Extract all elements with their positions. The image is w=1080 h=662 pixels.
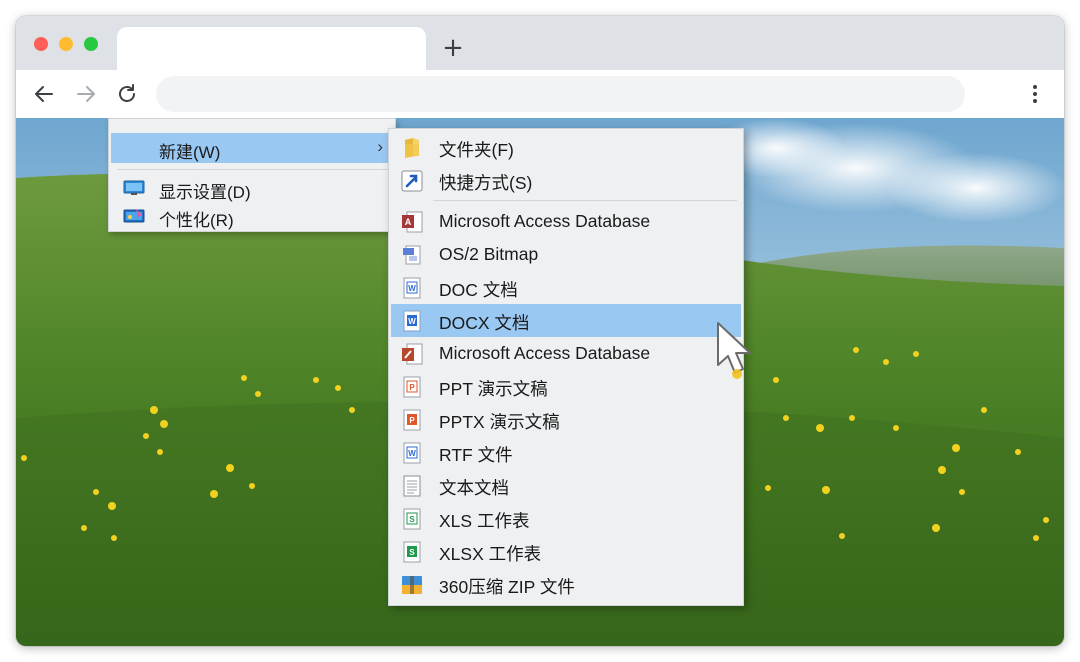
doc-icon: W (401, 276, 423, 300)
submenu-item-label: Microsoft Access Database (439, 343, 651, 363)
close-window-button[interactable] (34, 37, 48, 51)
browser-window: + 新建(W) › 显示设置(D) 个性化(R) 文件夹(F) 快捷方式(S) … (16, 16, 1064, 646)
submenu-arrow-icon: › (377, 137, 383, 156)
submenu-item-label: Microsoft Access Database (439, 211, 651, 231)
access-icon: A (401, 210, 423, 234)
context-item-new[interactable]: 新建(W) › (111, 133, 393, 163)
submenu-item-os2-bitmap[interactable]: OS/2 Bitmap (391, 238, 741, 271)
mouse-cursor-icon (712, 319, 758, 381)
svg-text:S: S (409, 548, 415, 557)
submenu-item-label: 360压缩 ZIP 文件 (439, 577, 575, 597)
pptx-icon: P (401, 408, 423, 432)
reload-icon[interactable] (115, 82, 139, 106)
submenu-item-label: DOCX 文档 (439, 313, 530, 333)
rtf-icon: W (401, 441, 423, 465)
context-item-label: 新建(W) (159, 143, 221, 162)
access-red-icon (401, 342, 423, 366)
submenu-item-docx[interactable]: W DOCX 文档 (391, 304, 741, 337)
svg-text:A: A (405, 217, 412, 227)
forward-arrow-icon[interactable] (74, 82, 98, 106)
shortcut-icon (401, 169, 423, 193)
minimize-window-button[interactable] (59, 37, 73, 51)
context-item-display-settings[interactable]: 显示设置(D) (111, 173, 393, 203)
submenu-item-folder[interactable]: 文件夹(F) (391, 131, 741, 164)
maximize-window-button[interactable] (84, 37, 98, 51)
submenu-item-access-database[interactable]: A Microsoft Access Database (391, 205, 741, 238)
svg-text:S: S (409, 515, 415, 524)
docx-icon: W (401, 309, 423, 333)
submenu-item-label: OS/2 Bitmap (439, 244, 539, 264)
new-submenu: 文件夹(F) 快捷方式(S) A Microsoft Access Databa… (388, 128, 744, 606)
svg-text:P: P (409, 383, 415, 392)
desktop-area[interactable]: 新建(W) › 显示设置(D) 个性化(R) 文件夹(F) 快捷方式(S) A … (16, 118, 1064, 646)
tab-bar: + (16, 16, 1064, 72)
context-item-personalize[interactable]: 个性化(R) (111, 201, 393, 231)
svg-text:W: W (408, 284, 416, 293)
menu-divider (433, 200, 737, 201)
submenu-item-label: XLS 工作表 (439, 511, 530, 531)
text-file-icon (401, 474, 423, 498)
xlsx-icon: S (401, 540, 423, 564)
submenu-item-ppt[interactable]: P PPT 演示文稿 (391, 370, 741, 403)
svg-text:W: W (408, 449, 416, 458)
browser-toolbar (16, 70, 1064, 118)
desktop-context-menu: 新建(W) › 显示设置(D) 个性化(R) (108, 118, 396, 232)
zip-archive-icon (401, 573, 423, 597)
folder-icon (401, 136, 423, 160)
menu-divider (117, 169, 389, 170)
submenu-item-label: 文本文档 (439, 478, 509, 498)
display-settings-icon (123, 180, 145, 196)
bitmap-icon (401, 243, 423, 267)
active-tab[interactable] (117, 27, 426, 72)
xls-icon: S (401, 507, 423, 531)
submenu-item-zip[interactable]: 360压缩 ZIP 文件 (391, 568, 741, 601)
submenu-item-label: RTF 文件 (439, 445, 513, 465)
context-item-label: 个性化(R) (159, 211, 234, 230)
submenu-item-label: 快捷方式(S) (439, 173, 533, 193)
back-arrow-icon[interactable] (32, 82, 56, 106)
address-bar[interactable] (156, 76, 965, 112)
submenu-item-label: XLSX 工作表 (439, 544, 542, 564)
submenu-item-rtf[interactable]: W RTF 文件 (391, 436, 741, 469)
submenu-item-xls[interactable]: S XLS 工作表 (391, 502, 741, 535)
ppt-icon: P (401, 375, 423, 399)
context-item-label: 显示设置(D) (159, 183, 251, 202)
svg-text:P: P (409, 416, 415, 425)
submenu-item-label: PPT 演示文稿 (439, 379, 548, 399)
submenu-item-label: PPTX 演示文稿 (439, 412, 560, 432)
new-tab-button[interactable]: + (440, 35, 466, 62)
more-menu-icon[interactable] (1024, 82, 1046, 106)
submenu-item-doc[interactable]: W DOC 文档 (391, 271, 741, 304)
submenu-item-label: DOC 文档 (439, 280, 518, 300)
submenu-item-xlsx[interactable]: S XLSX 工作表 (391, 535, 741, 568)
submenu-item-shortcut[interactable]: 快捷方式(S) (391, 164, 741, 197)
submenu-item-access-database-2[interactable]: Microsoft Access Database (391, 337, 741, 370)
submenu-item-pptx[interactable]: P PPTX 演示文稿 (391, 403, 741, 436)
submenu-item-label: 文件夹(F) (439, 140, 514, 160)
svg-text:W: W (408, 317, 416, 326)
personalize-icon (123, 208, 145, 224)
submenu-item-text-document[interactable]: 文本文档 (391, 469, 741, 502)
